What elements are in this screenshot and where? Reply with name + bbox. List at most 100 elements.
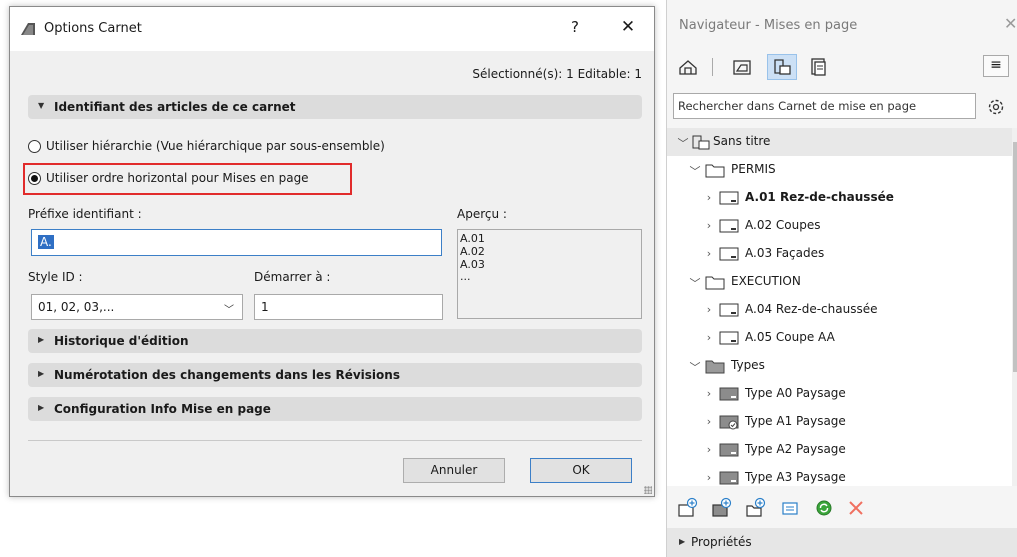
dialog-title: Options Carnet xyxy=(44,21,142,36)
delete-icon[interactable] xyxy=(845,497,867,519)
navigator-panel: Navigateur - Mises en page ✕ ≡ Recherche… xyxy=(666,0,1017,557)
prefix-input[interactable]: A. xyxy=(31,229,442,256)
chevron-right-icon[interactable]: › xyxy=(703,415,715,428)
layout-icon xyxy=(719,331,739,345)
tree-folder[interactable]: ﹀ PERMIS xyxy=(667,156,1012,184)
radio-hierarchy[interactable] xyxy=(28,140,41,153)
tree-root-label: Sans titre xyxy=(713,134,771,148)
tree-item[interactable]: › Type A1 Paysage xyxy=(667,408,1012,436)
properties-label: Propriétés xyxy=(691,535,752,549)
tree-item[interactable]: › Type A0 Paysage xyxy=(667,380,1012,408)
tree-item[interactable]: › A.02 Coupes xyxy=(667,212,1012,240)
master-folder-icon xyxy=(705,360,725,374)
start-input[interactable]: 1 xyxy=(254,294,443,320)
master-layout-default-icon xyxy=(719,415,739,430)
section-identifier-header[interactable]: ▼ Identifiant des articles de ce carnet xyxy=(28,95,642,119)
new-subset-icon[interactable] xyxy=(745,497,767,519)
tree-item[interactable]: › A.04 Rez-de-chaussée xyxy=(667,296,1012,324)
settings-gear-icon[interactable] xyxy=(985,96,1007,118)
folder-icon xyxy=(705,164,725,178)
preview-line: ... xyxy=(460,270,471,283)
tree-folder[interactable]: ﹀ EXECUTION xyxy=(667,268,1012,296)
tree-item-label: A.02 Coupes xyxy=(745,218,821,232)
section-history-label: Historique d'édition xyxy=(54,334,189,348)
chevron-right-icon[interactable]: › xyxy=(703,219,715,232)
navigator-title: Navigateur - Mises en page xyxy=(679,18,858,33)
app-icon xyxy=(21,23,35,35)
tree-item[interactable]: › A.01 Rez-de-chaussée xyxy=(667,184,1012,212)
master-layout-icon xyxy=(719,443,739,457)
options-carnet-dialog: Options Carnet ? ✕ Sélectionné(s): 1 Edi… xyxy=(9,6,655,497)
properties-section[interactable]: ▶ Propriétés xyxy=(667,528,1017,557)
project-map-icon[interactable] xyxy=(677,56,699,78)
tree-item[interactable]: › Type A3 Paysage xyxy=(667,464,1012,486)
layout-icon xyxy=(719,303,739,317)
chevron-right-icon[interactable]: › xyxy=(703,247,715,260)
resize-grip-icon[interactable] xyxy=(644,486,652,494)
expand-triangle-icon: ▶ xyxy=(38,403,45,412)
view-map-icon[interactable] xyxy=(731,56,753,78)
layout-tree: ﹀ Sans titre ﹀ PERMIS › A.01 Rez-de-chau… xyxy=(667,128,1012,486)
radio-hierarchy-option[interactable]: Utiliser hiérarchie (Vue hiérarchique pa… xyxy=(28,138,448,156)
tree-scrollbar[interactable] xyxy=(1012,128,1017,486)
layout-book-icon[interactable] xyxy=(771,56,793,78)
radio-horizontal-option[interactable]: Utiliser ordre horizontal pour Mises en … xyxy=(28,170,348,188)
close-button[interactable]: ✕ xyxy=(617,17,639,37)
radio-horizontal-label: Utiliser ordre horizontal pour Mises en … xyxy=(46,171,309,185)
layout-icon xyxy=(719,219,739,233)
scrollbar-thumb[interactable] xyxy=(1013,142,1017,372)
section-numbering-header[interactable]: ▶ Numérotation des changements dans les … xyxy=(28,363,642,387)
navigator-search-box[interactable] xyxy=(673,93,976,119)
preview-line: A.02 xyxy=(460,245,485,258)
style-id-value: 01, 02, 03,... xyxy=(38,300,115,314)
tree-folder[interactable]: ﹀ Types xyxy=(667,352,1012,380)
navigator-bottom-toolbar xyxy=(667,494,1017,522)
master-layout-icon xyxy=(719,471,739,485)
start-label: Démarrer à : xyxy=(254,270,331,284)
tree-root[interactable]: ﹀ Sans titre xyxy=(667,128,1012,156)
folder-label: Types xyxy=(731,358,765,372)
dialog-divider xyxy=(28,440,642,441)
collapse-triangle-icon: ▼ xyxy=(38,101,45,110)
ok-button[interactable]: OK xyxy=(530,458,632,483)
radio-horizontal[interactable] xyxy=(28,172,41,185)
section-config-header[interactable]: ▶ Configuration Info Mise en page xyxy=(28,397,642,421)
toolbar-separator xyxy=(712,58,713,76)
section-history-header[interactable]: ▶ Historique d'édition xyxy=(28,329,642,353)
publisher-sets-icon[interactable] xyxy=(807,56,829,78)
tree-item-label: A.03 Façades xyxy=(745,246,825,260)
chevron-down-icon[interactable]: ﹀ xyxy=(689,359,701,375)
chevron-right-icon[interactable]: › xyxy=(703,471,715,484)
tree-item[interactable]: › A.05 Coupe AA xyxy=(667,324,1012,352)
tree-item-label: Type A3 Paysage xyxy=(745,470,846,484)
style-id-select[interactable]: 01, 02, 03,... ﹀ xyxy=(31,294,243,320)
chevron-down-icon[interactable]: ﹀ xyxy=(677,135,689,151)
selection-info: Sélectionné(s): 1 Editable: 1 xyxy=(472,67,642,81)
help-button[interactable]: ? xyxy=(566,18,584,36)
tree-item[interactable]: › A.03 Façades xyxy=(667,240,1012,268)
new-layout-icon[interactable] xyxy=(677,497,699,519)
cancel-button[interactable]: Annuler xyxy=(403,458,505,483)
new-master-layout-icon[interactable] xyxy=(711,497,733,519)
menu-button[interactable]: ≡ xyxy=(983,55,1009,77)
chevron-right-icon[interactable]: › xyxy=(703,331,715,344)
preview-label: Aperçu : xyxy=(457,207,507,221)
dialog-titlebar: Options Carnet ? ✕ xyxy=(10,7,654,51)
expand-triangle-icon: ▶ xyxy=(38,369,45,378)
settings-list-icon[interactable] xyxy=(779,497,801,519)
chevron-right-icon[interactable]: › xyxy=(703,303,715,316)
search-input[interactable] xyxy=(674,94,975,118)
chevron-right-icon[interactable]: › xyxy=(703,387,715,400)
radio-hierarchy-label: Utiliser hiérarchie (Vue hiérarchique pa… xyxy=(46,139,385,153)
tree-item-label: A.05 Coupe AA xyxy=(745,330,835,344)
tree-item-label: Type A1 Paysage xyxy=(745,414,846,428)
chevron-down-icon[interactable]: ﹀ xyxy=(689,275,701,291)
chevron-down-icon[interactable]: ﹀ xyxy=(689,163,701,179)
tree-item[interactable]: › Type A2 Paysage xyxy=(667,436,1012,464)
update-icon[interactable] xyxy=(813,497,835,519)
chevron-right-icon[interactable]: › xyxy=(703,443,715,456)
chevron-right-icon[interactable]: › xyxy=(703,191,715,204)
navigator-close-button[interactable]: ✕ xyxy=(1004,14,1017,33)
expand-triangle-icon: ▶ xyxy=(38,335,45,344)
preview-line: A.01 xyxy=(460,232,485,245)
